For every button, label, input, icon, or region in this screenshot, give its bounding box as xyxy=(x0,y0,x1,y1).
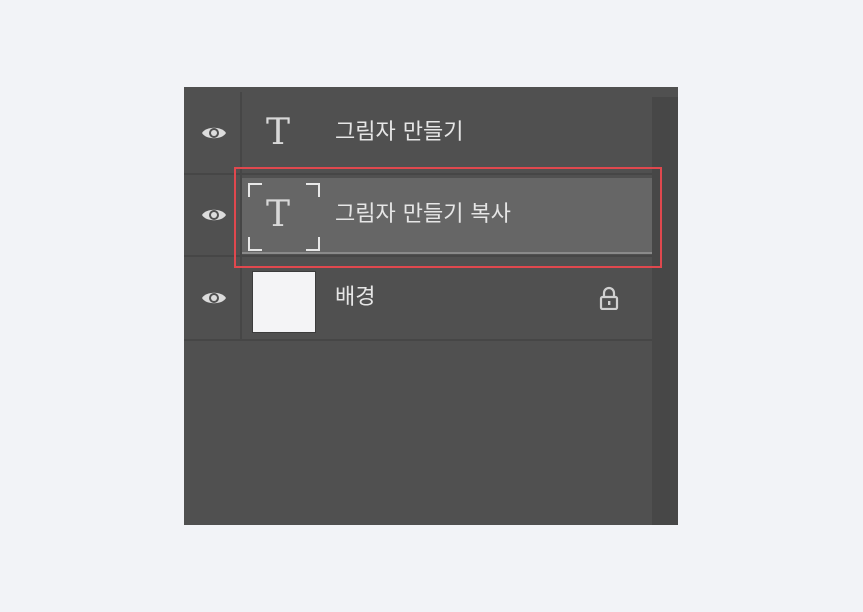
layer-row[interactable]: T 그림자 만들기 xyxy=(184,92,652,175)
background-thumbnail xyxy=(252,271,316,333)
eye-icon[interactable] xyxy=(201,288,227,308)
type-icon: T xyxy=(266,111,291,153)
layers-panel: T 그림자 만들기 T 그림자 만들기 복사 배경 xyxy=(184,87,678,525)
visibility-column xyxy=(184,92,242,173)
visibility-column xyxy=(184,257,242,339)
layer-row[interactable]: 배경 xyxy=(184,257,652,341)
lock-icon[interactable] xyxy=(598,286,620,310)
layer-name[interactable]: 배경 xyxy=(335,284,375,312)
layer-name[interactable]: 그림자 만들기 복사 xyxy=(335,201,511,229)
layer-row-selected[interactable]: T 그림자 만들기 복사 xyxy=(184,175,652,257)
layers-scrollbar[interactable] xyxy=(652,97,678,525)
type-icon: T xyxy=(266,194,291,235)
eye-icon[interactable] xyxy=(201,123,227,143)
eye-icon[interactable] xyxy=(201,205,227,225)
layer-name[interactable]: 그림자 만들기 xyxy=(335,119,463,147)
visibility-column xyxy=(184,175,242,255)
